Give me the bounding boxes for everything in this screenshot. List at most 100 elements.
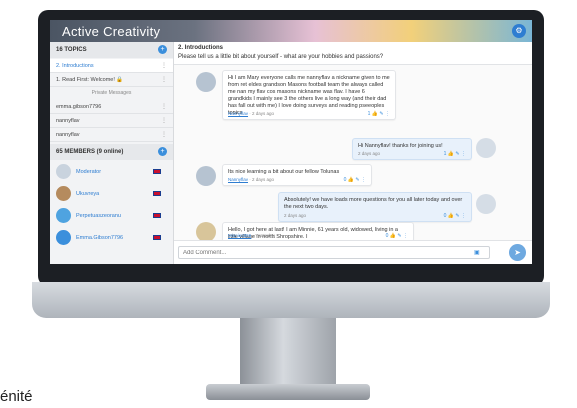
more-icon[interactable]: ⋮ — [161, 103, 167, 110]
pm-label: emma.gibson7796 — [56, 104, 102, 110]
message-author[interactable]: Nannyflav — [228, 177, 248, 182]
member-item[interactable]: Perpetuaszeoranu — [50, 206, 173, 226]
more-icon[interactable]: ⋮ — [161, 131, 167, 138]
message-bubble: Hi Nannyflav! thanks for joining us! 2 d… — [352, 138, 472, 160]
members-count: 65 MEMBERS (9 online) — [56, 149, 124, 155]
private-message-item[interactable]: nannyflav ⋮ — [50, 128, 173, 142]
monitor-chin — [32, 282, 550, 318]
member-name: Emma.Gibson7796 — [76, 235, 124, 241]
members-header: 65 MEMBERS (9 online) + — [50, 144, 173, 160]
reply-icon[interactable]: ✎ — [455, 151, 459, 157]
monitor-stand-base — [206, 384, 370, 400]
topics-count: 16 TOPICS — [56, 47, 87, 53]
like-count: 1 — [443, 151, 447, 157]
topics-header: 16 TOPICS + — [50, 42, 173, 58]
reply-icon[interactable]: ✎ — [397, 233, 401, 239]
avatar — [476, 194, 496, 214]
page-text-fragment: énité — [0, 388, 33, 405]
message-author[interactable]: Minnie2856 — [228, 233, 251, 238]
message-bubble: Absolutely! we have loads more questions… — [278, 192, 472, 222]
more-icon[interactable]: ⋮ — [361, 177, 366, 183]
private-messages-divider: Private Messages — [91, 90, 132, 96]
avatar — [56, 230, 71, 245]
message-meta: Nannyflav · 2 days ago — [228, 177, 275, 182]
message-text: Absolutely! we have loads more questions… — [284, 197, 463, 210]
topic-thread: 2. Introductions Please tell us a little… — [174, 42, 532, 264]
private-message-item[interactable]: emma.gibson7796 ⋮ — [50, 100, 173, 114]
more-icon[interactable]: ⋮ — [161, 117, 167, 124]
member-item[interactable]: Moderator — [50, 162, 173, 182]
message-meta: Nannyflav · 2 days ago — [228, 111, 275, 116]
monitor-stand — [240, 318, 336, 386]
message-actions: 1 👍 ✎ ⋮ — [368, 111, 390, 117]
app-header: Active Creativity ⚙ — [50, 20, 532, 42]
message-text: Hi Nannyflav! thanks for joining us! — [358, 143, 443, 149]
message-bubble: Its nice learning a bit about our fellow… — [222, 164, 372, 186]
flag-icon — [153, 169, 161, 174]
avatar — [56, 186, 71, 201]
thumbs-up-icon[interactable]: 👍 — [390, 233, 396, 239]
member-item[interactable]: Ukuvreya — [50, 184, 173, 204]
pm-label: nannyflav — [56, 118, 80, 124]
message-actions: 0 👍 ✎ ⋮ — [344, 177, 366, 183]
thumbs-up-icon[interactable]: 👍 — [448, 151, 454, 157]
avatar — [476, 138, 496, 158]
thumbs-up-icon[interactable]: 👍 — [372, 111, 378, 117]
send-button[interactable]: ➤ — [509, 244, 526, 261]
reply-icon[interactable]: ✎ — [355, 177, 359, 183]
message-time: 2 days ago — [252, 177, 275, 182]
message-actions: 0 👍 ✎ ⋮ — [386, 233, 408, 239]
member-item[interactable]: Emma.Gibson7796 — [50, 228, 173, 248]
more-icon[interactable]: ⋮ — [161, 62, 167, 69]
sidebar: 16 TOPICS + 2. Introductions ⋮ 1. Read F… — [50, 42, 174, 264]
avatar — [196, 222, 216, 242]
topic-header: 2. Introductions Please tell us a little… — [174, 42, 532, 65]
message-bubble: Hello, I got here at last! I am Minnie, … — [222, 222, 414, 242]
reply-icon[interactable]: ✎ — [455, 213, 459, 219]
attach-image-icon[interactable]: ▣ — [474, 249, 480, 256]
comment-composer: ▣ ➤ — [174, 240, 532, 264]
more-icon[interactable]: ⋮ — [385, 111, 390, 117]
message-time: 2 days ago — [252, 111, 275, 116]
message-time: 2 days ago — [284, 213, 307, 218]
like-count: 0 — [343, 177, 347, 183]
avatar — [56, 164, 71, 179]
message-meta: Minnie2856 · Yesterday — [228, 233, 276, 238]
add-member-button[interactable]: + — [158, 147, 167, 156]
message-bubble: Hi I am Mary everyone calls me nannyflav… — [222, 70, 396, 120]
message-text: Its nice learning a bit about our fellow… — [228, 169, 340, 175]
private-message-item[interactable]: nannyflav ⋮ — [50, 114, 173, 128]
message-meta: 2 days ago — [358, 151, 380, 156]
topic-label: 1. Read First: Welcome! 🔒 — [56, 77, 124, 83]
comment-input[interactable] — [178, 246, 490, 259]
topic-item[interactable]: 1. Read First: Welcome! 🔒 ⋮ — [50, 73, 173, 87]
member-name: Moderator — [76, 169, 102, 175]
pm-label: nannyflav — [56, 132, 80, 138]
thumbs-up-icon[interactable]: 👍 — [448, 213, 454, 219]
add-topic-button[interactable]: + — [158, 45, 167, 54]
flag-icon — [153, 191, 161, 196]
more-icon[interactable]: ⋮ — [403, 233, 408, 239]
member-name: Ukuvreya — [76, 191, 100, 197]
app-screen: Active Creativity ⚙ 16 TOPICS + 2. Intro… — [50, 20, 532, 264]
topic-title: 2. Introductions — [178, 45, 223, 51]
avatar — [196, 72, 216, 92]
member-name: Perpetuaszeoranu — [76, 213, 121, 219]
more-icon[interactable]: ⋮ — [461, 213, 466, 219]
profile-icon[interactable]: ⚙ — [512, 24, 526, 38]
like-count: 0 — [385, 233, 389, 239]
message-actions: 0 👍 ✎ ⋮ — [444, 213, 466, 219]
more-icon[interactable]: ⋮ — [461, 151, 466, 157]
like-count: 1 — [367, 111, 371, 117]
message-meta: 2 days ago — [284, 213, 306, 218]
avatar — [196, 166, 216, 186]
like-count: 0 — [443, 213, 447, 219]
flag-icon — [153, 213, 161, 218]
thumbs-up-icon[interactable]: 👍 — [348, 177, 354, 183]
more-icon[interactable]: ⋮ — [161, 76, 167, 83]
reply-icon[interactable]: ✎ — [379, 111, 383, 117]
message-author[interactable]: Nannyflav — [228, 111, 248, 116]
flag-icon — [153, 235, 161, 240]
topic-item[interactable]: 2. Introductions ⋮ — [50, 59, 173, 73]
message-time: Yesterday — [255, 233, 276, 238]
